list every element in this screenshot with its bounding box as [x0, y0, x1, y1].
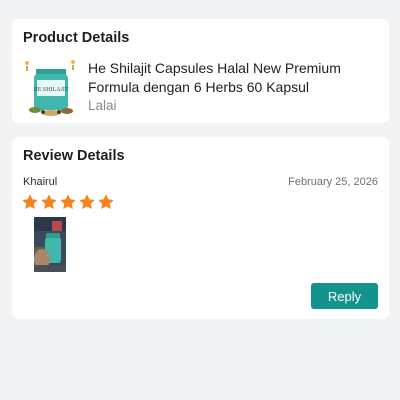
- product-details-card: Product Details HE SHILAJIT He Shilajit …: [12, 19, 389, 123]
- review-details-card: Review Details Khairul February 25, 2026…: [12, 137, 389, 319]
- product-details-heading: Product Details: [23, 30, 130, 46]
- review-details-heading: Review Details: [23, 148, 125, 164]
- product-name[interactable]: He Shilajit Capsules Halal New Premium F…: [88, 59, 378, 97]
- star-icon: [41, 194, 57, 210]
- reply-button[interactable]: Reply: [311, 283, 378, 309]
- rating-stars: [21, 193, 115, 211]
- thumbnail-label-text: HE SHILAJIT: [33, 87, 68, 93]
- shop-name[interactable]: Lalai: [88, 98, 117, 113]
- star-icon: [79, 194, 95, 210]
- review-photo-image: [34, 217, 66, 272]
- product-thumbnail[interactable]: HE SHILAJIT: [21, 58, 79, 130]
- star-icon: [22, 194, 38, 210]
- review-photo[interactable]: [34, 217, 66, 272]
- star-icon: [60, 194, 76, 210]
- review-date: February 25, 2026: [288, 176, 378, 188]
- reviewer-name: Khairul: [23, 176, 58, 188]
- star-icon: [98, 194, 114, 210]
- product-jar-icon: HE SHILAJIT: [25, 60, 75, 116]
